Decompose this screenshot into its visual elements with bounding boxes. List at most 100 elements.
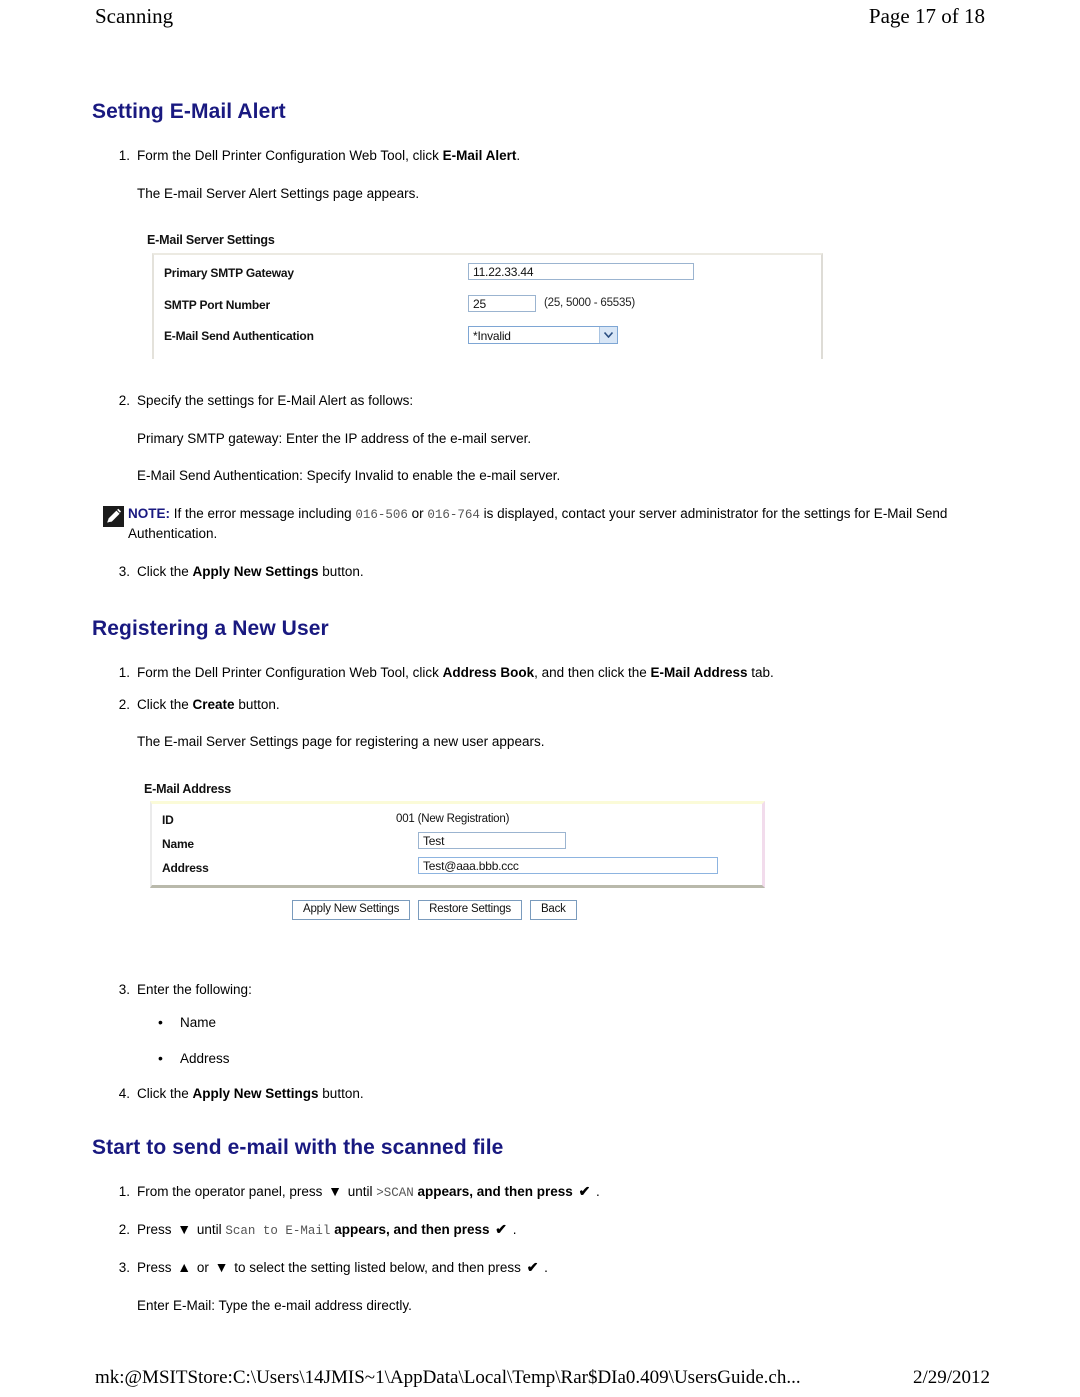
checkmark-icon: ✔ — [578, 1183, 591, 1199]
list-item: • Name — [92, 1013, 992, 1033]
step-number: 1. — [118, 1184, 130, 1199]
list-item: 1. Form the Dell Printer Configuration W… — [92, 146, 992, 166]
chevron-down-icon[interactable] — [599, 327, 617, 344]
step-text-part: button. — [318, 1086, 364, 1102]
step-text-part: Press — [137, 1260, 176, 1276]
step-number: 1. — [118, 665, 130, 681]
field-label-address: Address — [162, 860, 209, 875]
step-text-part: button. — [234, 696, 280, 712]
page-title-registering-new-user: Registering a New User — [92, 617, 329, 641]
address-input[interactable]: Test@aaa.bbb.ccc — [418, 856, 718, 874]
name-input[interactable]: Test — [418, 831, 566, 849]
list-item: 4. Click the Apply New Settings button. — [92, 1084, 992, 1104]
field-label-smtp-port-number: SMTP Port Number — [164, 298, 270, 313]
arrow-up-icon: ▲ — [177, 1259, 192, 1276]
figure-email-address: E-Mail Address ID 001 (New Registration)… — [140, 782, 840, 954]
step-text-part: Form the Dell Printer Configuration Web … — [137, 148, 443, 163]
bullet-text: Name — [180, 1015, 217, 1031]
list-item: 3. Press ▲ or ▼ to select the setting li… — [92, 1258, 992, 1278]
list-item: • Address — [92, 1049, 992, 1069]
step-text-emphasis: E-Mail Alert — [442, 148, 517, 163]
arrow-down-icon: ▼ — [177, 1221, 192, 1238]
note-label: NOTE: — [128, 505, 170, 521]
apply-new-settings-button[interactable]: Apply New Settings — [292, 899, 411, 920]
email-send-authentication-select[interactable]: *Invalid — [468, 326, 618, 345]
step-text-part: . — [540, 1260, 548, 1276]
arrow-down-icon: ▼ — [214, 1259, 229, 1276]
step-number: 2. — [118, 393, 130, 409]
note-text-part: If the error message including — [170, 505, 356, 521]
step-text-part: until — [343, 1184, 377, 1199]
step-text-part: button. — [318, 563, 364, 579]
figure-button-row: Apply New Settings Restore Settings Back — [292, 899, 577, 920]
smtp-port-number-input[interactable]: 25 — [468, 295, 536, 313]
list-item: 1. From the operator panel, press ▼ unti… — [92, 1182, 992, 1202]
panel-text-scan-to-email: Scan to E-Mail — [225, 1224, 331, 1239]
figure-title: E-Mail Address — [144, 781, 232, 796]
arrow-down-icon: ▼ — [328, 1183, 342, 1199]
step-number: 1. — [118, 148, 130, 163]
restore-settings-button[interactable]: Restore Settings — [418, 899, 522, 920]
step-text-part: Click the — [137, 563, 193, 579]
step-text-emphasis: Address Book — [442, 665, 535, 681]
footer-source-path: mk:@MSITStore:C:\Users\14JMIS~1\AppData\… — [95, 1367, 801, 1388]
step-text-part: tab. — [747, 665, 774, 681]
list-item: 2. Press ▼ until Scan to E-Mail appears,… — [92, 1220, 992, 1240]
step-text-part: . — [592, 1184, 600, 1199]
list-item: 3. Click the Apply New Settings button. — [92, 562, 992, 582]
step-text-part: until — [193, 1222, 226, 1238]
note-text-part: or — [407, 505, 428, 521]
note-error-code-2: 016-764 — [427, 507, 480, 522]
list-item: 3. Enter the following: — [92, 980, 992, 1000]
step-number: 3. — [118, 1260, 130, 1276]
figure-title: E-Mail Server Settings — [147, 233, 275, 248]
step-text-part: Specify the settings for E-Mail Alert as… — [137, 393, 414, 409]
figure-email-server-settings: E-Mail Server Settings Primary SMTP Gate… — [144, 233, 824, 361]
footer-date: 2/29/2012 — [912, 1367, 990, 1388]
step-text-part: to select the setting listed below, and … — [230, 1260, 525, 1276]
step-text-part: . — [516, 148, 521, 163]
step-text-part: . — [508, 1222, 517, 1238]
bullet-icon: • — [158, 1014, 163, 1031]
back-button[interactable]: Back — [529, 899, 577, 920]
step-number: 2. — [118, 696, 130, 712]
step-result-text: Enter E-Mail: Type the e-mail address di… — [137, 1297, 412, 1313]
step-text-part: appears, and then press — [413, 1184, 577, 1199]
field-label-email-send-authentication: E-Mail Send Authentication — [164, 329, 314, 344]
step-text-part: Click the — [137, 696, 193, 712]
document-content: Setting E-Mail Alert 1. Form the Dell Pr… — [92, 100, 992, 1333]
field-label-id: ID — [162, 812, 174, 827]
step-text-part: , and then click the — [534, 665, 651, 681]
step-number: 3. — [118, 981, 130, 997]
step-text-part: Enter the following: — [137, 981, 252, 997]
primary-smtp-gateway-input[interactable]: 11.22.33.44 — [468, 263, 694, 281]
step-number: 2. — [118, 1222, 130, 1238]
bullet-text: Address — [180, 1050, 230, 1066]
page-footer: mk:@MSITStore:C:\Users\14JMIS~1\AppData\… — [95, 1367, 990, 1389]
step-result-text: The E-mail Server Alert Settings page ap… — [137, 185, 420, 201]
header-document-title: Scanning — [95, 4, 174, 28]
page-title-start-send-email: Start to send e-mail with the scanned fi… — [92, 1136, 504, 1159]
checkmark-icon: ✔ — [495, 1221, 507, 1238]
step-text-emphasis: Apply New Settings — [192, 1086, 319, 1102]
step-number: 4. — [118, 1086, 130, 1102]
step-detail-send-authentication: E-Mail Send Authentication: Specify Inva… — [137, 468, 561, 484]
field-label-primary-smtp-gateway: Primary SMTP Gateway — [164, 266, 294, 281]
list-item: 1. Form the Dell Printer Configuration W… — [92, 663, 992, 683]
step-text-part: Form the Dell Printer Configuration Web … — [137, 665, 443, 681]
step-text-part: appears, and then press — [330, 1222, 494, 1238]
header-page-number: Page 17 of 18 — [868, 4, 985, 28]
list-item: 2. Click the Create button. — [92, 695, 992, 715]
step-text-part: From the operator panel, press — [137, 1184, 327, 1199]
note-block: NOTE: If the error message including 016… — [92, 504, 992, 544]
page-title-setting-email-alert: Setting E-Mail Alert — [92, 100, 286, 123]
note-error-code-1: 016-506 — [355, 507, 408, 522]
list-item: 2. Specify the settings for E-Mail Alert… — [92, 391, 992, 411]
step-text-emphasis: Create — [192, 696, 235, 712]
panel-text-scan: >SCAN — [376, 1186, 414, 1200]
step-text-part: Press — [137, 1222, 176, 1238]
id-value: 001 (New Registration) — [396, 812, 510, 825]
pencil-note-icon — [103, 505, 124, 527]
step-result-text: The E-mail Server Settings page for regi… — [137, 734, 545, 750]
step-text-emphasis: E-Mail Address — [650, 665, 748, 681]
